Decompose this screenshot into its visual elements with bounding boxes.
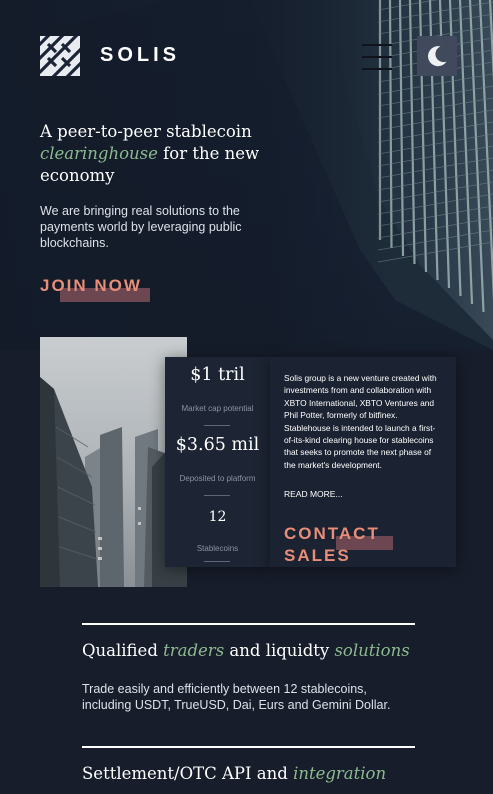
read-more-link[interactable]: READ MORE...	[284, 489, 343, 499]
hero-title: A peer-to-peer stablecoin clearinghouse f…	[40, 122, 260, 185]
theme-toggle-button[interactable]	[417, 36, 457, 76]
section-divider	[82, 623, 415, 625]
stat-value: $3.65 mil	[175, 435, 260, 455]
stat-value: $1 tril	[190, 365, 245, 385]
contact-sales-button[interactable]: CONTACT SALES	[284, 523, 404, 567]
stats-card: $1 tril Market cap potential $3.65 mil D…	[165, 357, 270, 567]
hamburger-menu-icon[interactable]	[360, 40, 394, 74]
about-text: Solis group is a new venture created wit…	[284, 373, 437, 470]
logo-icon[interactable]	[34, 30, 86, 82]
section-divider	[82, 746, 415, 748]
moon-icon	[428, 46, 447, 67]
hero-title-highlight: clearinghouse	[40, 144, 158, 163]
join-now-button[interactable]: JOIN NOW	[40, 276, 150, 302]
stat-label: Stablecoins	[196, 544, 239, 553]
brand-name[interactable]: SOLIS	[100, 44, 180, 67]
section-text: Trade easily and efficiently between 12 …	[82, 682, 391, 712]
stat-value: 12	[208, 509, 227, 525]
section-title: Qualified traders and liquidty solutions	[82, 641, 410, 660]
stat-label: Market cap potential	[181, 404, 254, 413]
stat-label: Deposited to platform	[179, 474, 256, 483]
section-title: Settlement/OTC API and integration	[82, 764, 387, 783]
hero-subtitle: We are bringing real solutions to the pa…	[40, 204, 242, 250]
